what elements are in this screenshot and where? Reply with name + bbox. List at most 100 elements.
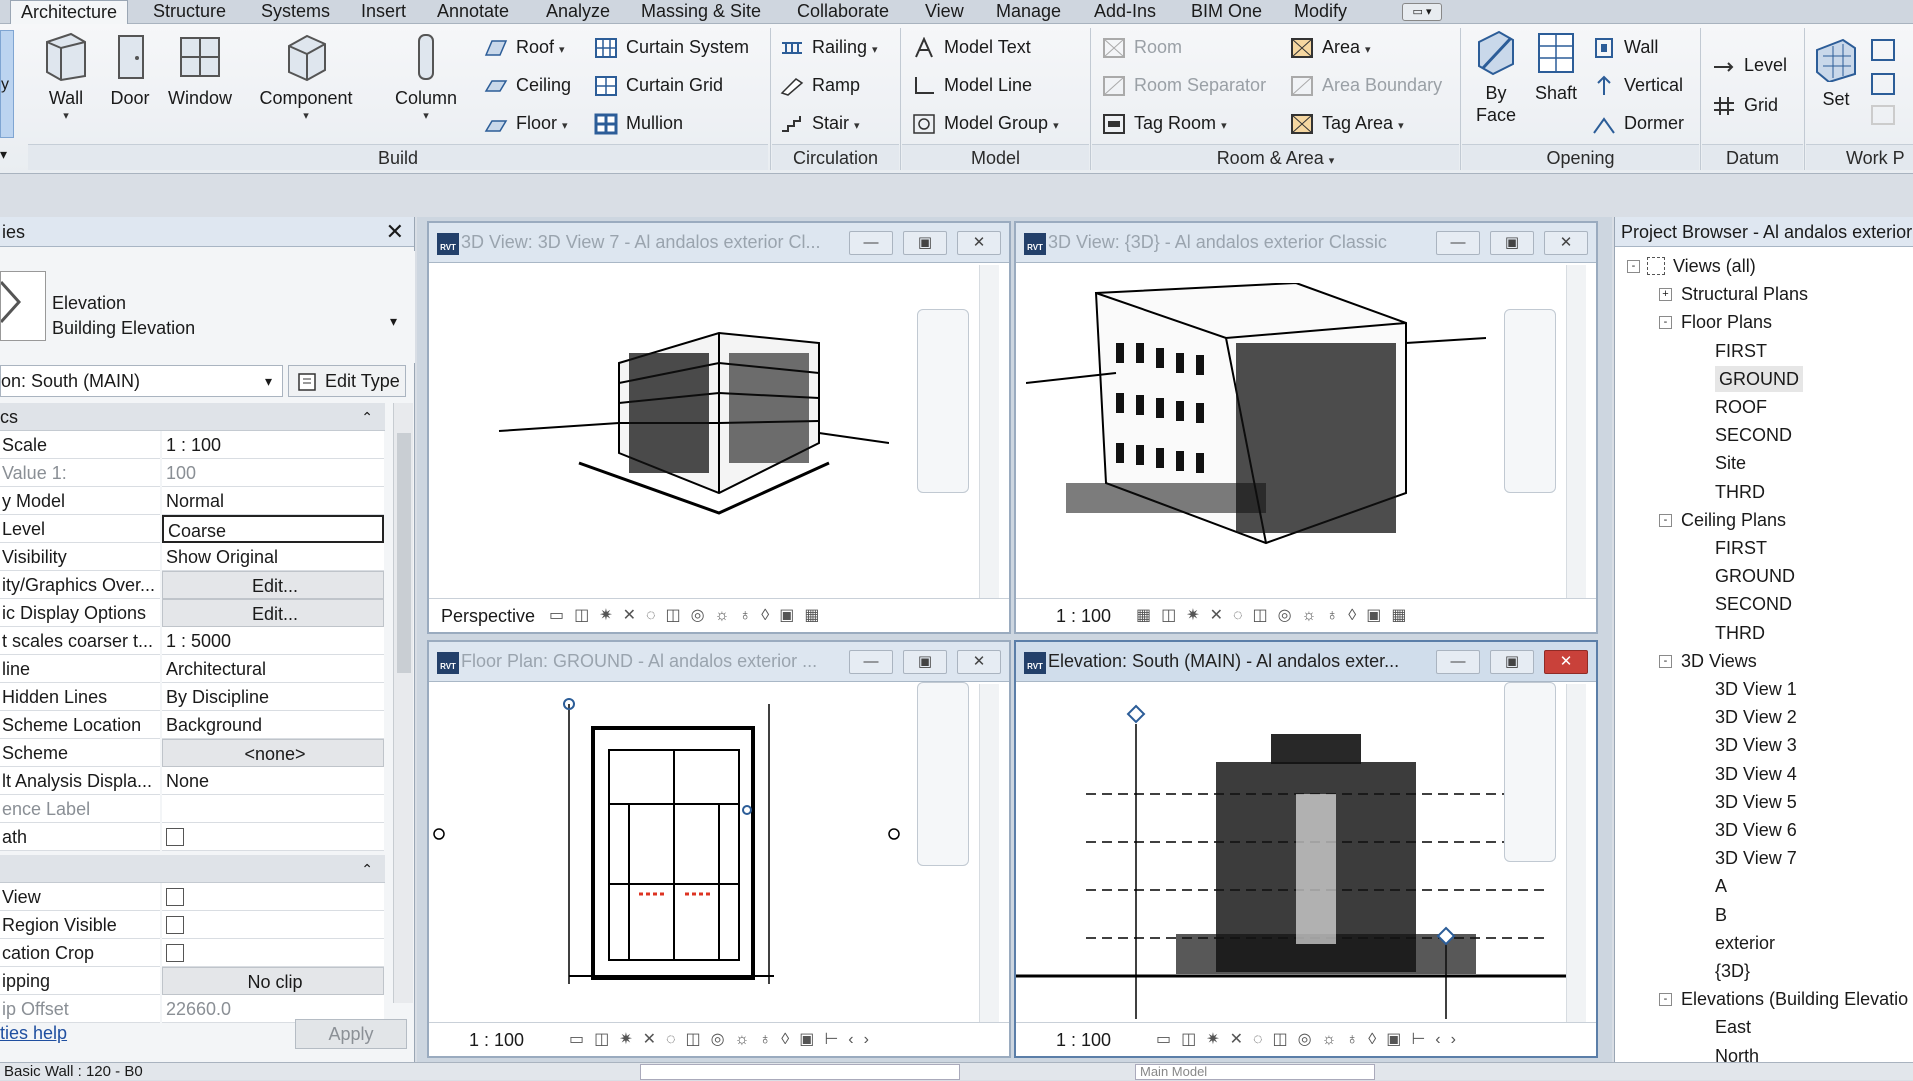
view-3d-view-7[interactable]: RVT 3D View: 3D View 7 - Al andalos exter… — [427, 221, 1011, 634]
tab-architecture[interactable]: Architecture — [10, 0, 129, 25]
level-button[interactable]: Level — [1712, 50, 1787, 80]
collapse-icon[interactable]: - — [1659, 654, 1672, 668]
property-row[interactable]: Visibility Show Original — [0, 543, 385, 571]
tab-collaborate[interactable]: Collaborate — [797, 0, 889, 24]
property-row[interactable]: ity/Graphics Over... Edit... — [0, 571, 385, 599]
minimize-button[interactable]: — — [849, 650, 893, 674]
view-control-icons[interactable]: ▭◫✷✕◌◫◎☼♁◊▣▦ — [549, 605, 829, 625]
property-value[interactable] — [162, 823, 384, 851]
property-value[interactable] — [162, 795, 384, 823]
browser-view-item[interactable]: Site — [1715, 450, 1746, 476]
property-value[interactable]: Normal — [162, 487, 384, 515]
browser-view-item[interactable]: GROUND — [1715, 563, 1795, 589]
browser-category[interactable]: 3D Views — [1681, 648, 1757, 674]
view-scale-label[interactable]: Perspective — [441, 606, 535, 627]
maximize-button[interactable]: ▣ — [903, 231, 947, 255]
property-value[interactable]: Background — [162, 711, 384, 739]
property-value[interactable] — [162, 939, 384, 967]
edit-type-button[interactable]: Edit Type — [288, 365, 406, 397]
browser-view-item[interactable]: 3D View 3 — [1715, 732, 1797, 758]
collapse-icon[interactable]: - — [1659, 513, 1672, 527]
property-row[interactable]: ic Display Options Edit... — [0, 599, 385, 627]
view-control-icons[interactable]: ▦◫✷✕◌◫◎☼♁◊▣▦ — [1136, 605, 1416, 625]
browser-category[interactable]: Elevations (Building Elevatio — [1681, 986, 1908, 1012]
property-row[interactable]: Scheme Location Background — [0, 711, 385, 739]
status-field[interactable] — [640, 1064, 960, 1080]
expand-icon[interactable]: + — [1659, 288, 1672, 302]
maximize-button[interactable]: ▣ — [1490, 650, 1534, 674]
model-group-button[interactable]: Model Group ▾ — [912, 108, 1059, 138]
window-button[interactable]: Window — [165, 32, 235, 109]
maximize-button[interactable]: ▣ — [1490, 231, 1534, 255]
property-row[interactable]: ath — [0, 823, 385, 851]
property-row[interactable]: Level Coarse — [0, 515, 385, 543]
checkbox[interactable] — [166, 915, 184, 934]
property-row[interactable]: ence Label — [0, 795, 385, 823]
view-floor-plan-ground[interactable]: RVT Floor Plan: GROUND - Al andalos exter… — [427, 640, 1011, 1058]
browser-view-item[interactable]: {3D} — [1715, 958, 1750, 984]
component-button[interactable]: Component ▾ — [256, 32, 356, 122]
curtain-system-button[interactable]: Curtain System — [594, 32, 749, 62]
collapse-icon[interactable]: - — [1627, 260, 1640, 273]
collapse-icon[interactable]: - — [1659, 316, 1672, 330]
area-button[interactable]: Area ▾ — [1290, 32, 1371, 62]
vertical-scrollbar[interactable] — [1566, 265, 1586, 601]
property-row[interactable]: t scales coarser t... 1 : 5000 — [0, 627, 385, 655]
property-edit-button[interactable]: Edit... — [162, 599, 384, 627]
browser-view-item[interactable]: A — [1715, 873, 1727, 899]
grid-button[interactable]: Grid — [1712, 90, 1778, 120]
instance-filter-select[interactable]: on: South (MAIN) ▾ — [0, 365, 283, 397]
curtain-grid-button[interactable]: Curtain Grid — [594, 70, 723, 100]
tab-systems[interactable]: Systems — [261, 0, 330, 24]
property-row[interactable]: View — [0, 883, 385, 911]
shaft-button[interactable]: Shaft — [1530, 30, 1582, 104]
browser-view-item[interactable]: SECOND — [1715, 591, 1792, 617]
column-button[interactable]: Column ▾ — [388, 32, 464, 122]
browser-view-item[interactable]: 3D View 7 — [1715, 845, 1797, 871]
property-value[interactable]: 1 : 100 — [162, 431, 384, 459]
property-edit-button[interactable]: <none> — [162, 739, 384, 767]
ceiling-button[interactable]: Ceiling — [484, 70, 571, 100]
property-row[interactable]: Scale 1 : 100 — [0, 431, 385, 459]
browser-view-item[interactable]: 3D View 5 — [1715, 789, 1797, 815]
tag-room-button[interactable]: Tag Room ▾ — [1102, 108, 1227, 138]
close-view-button[interactable]: ✕ — [957, 231, 1001, 255]
checkbox[interactable] — [166, 943, 184, 962]
browser-category[interactable]: Floor Plans — [1681, 309, 1772, 335]
browser-view-item[interactable]: 3D View 6 — [1715, 817, 1797, 843]
chevron-down-icon[interactable]: ▾ — [390, 313, 397, 330]
select-dropdown-icon[interactable]: ▾ — [0, 146, 7, 163]
browser-view-item[interactable]: 3D View 2 — [1715, 704, 1797, 730]
property-row[interactable]: lt Analysis Displa... None — [0, 767, 385, 795]
model-text-button[interactable]: Model Text — [912, 32, 1031, 62]
roof-button[interactable]: Roof ▾ — [484, 32, 565, 62]
minimize-button[interactable]: — — [849, 231, 893, 255]
room-separator-button[interactable]: Room Separator — [1102, 70, 1266, 100]
collapse-icon[interactable]: - — [1659, 993, 1672, 1007]
browser-view-item[interactable]: THRD — [1715, 479, 1765, 505]
minimize-button[interactable]: — — [1436, 650, 1480, 674]
group-header-extents[interactable]: ⌃ — [0, 855, 385, 883]
tab-add-ins[interactable]: Add-Ins — [1094, 0, 1156, 24]
vertical-scrollbar[interactable] — [979, 684, 999, 1024]
property-row[interactable]: Region Visible — [0, 911, 385, 939]
close-view-button[interactable]: ✕ — [1544, 231, 1588, 255]
maximize-button[interactable]: ▣ — [903, 650, 947, 674]
browser-category[interactable]: Ceiling Plans — [1681, 507, 1786, 533]
browser-view-item[interactable]: GROUND — [1715, 365, 1803, 392]
stair-button[interactable]: Stair ▾ — [780, 108, 860, 138]
property-value[interactable] — [162, 883, 384, 911]
property-row[interactable]: Scheme <none> — [0, 739, 385, 767]
navigation-bar[interactable] — [1504, 682, 1556, 862]
view-3d-default[interactable]: RVT 3D View: {3D} - Al andalos exterior C… — [1014, 221, 1598, 634]
property-value[interactable]: 100 — [162, 459, 384, 487]
workplane-small-icons[interactable] — [1870, 36, 1900, 126]
tab-modify[interactable]: Modify — [1294, 0, 1347, 24]
view-elevation-south[interactable]: RVT Elevation: South (MAIN) - Al andalos … — [1014, 640, 1598, 1058]
close-view-button[interactable]: ✕ — [957, 650, 1001, 674]
modify-tool-edge[interactable]: y — [0, 30, 14, 138]
property-value[interactable]: None — [162, 767, 384, 795]
vertical-button[interactable]: Vertical — [1592, 70, 1683, 100]
tab-massing-site[interactable]: Massing & Site — [641, 0, 761, 24]
minimize-button[interactable]: — — [1436, 231, 1480, 255]
